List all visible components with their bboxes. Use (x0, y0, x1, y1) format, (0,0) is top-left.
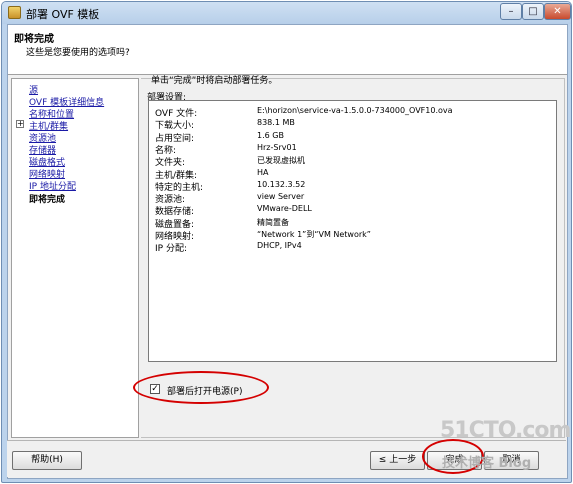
settings-key: 文件夹: (155, 158, 186, 169)
settings-row: 数据存储: VMware-DELL (149, 204, 556, 218)
settings-row: OVF 文件: E:\horizon\service-va-1.5.0.0-734… (149, 106, 556, 119)
settings-value: 1.6 GB (257, 130, 284, 140)
maximize-button[interactable]: □ (522, 3, 544, 20)
wizard-header: 即将完成 这些是您要使用的选项吗? (8, 25, 567, 75)
expand-icon[interactable]: + (16, 120, 24, 128)
settings-value: VMware-DELL (257, 204, 312, 214)
settings-key: 下载大小: (155, 121, 195, 132)
settings-key: 磁盘置备: (155, 219, 195, 230)
settings-row: 特定的主机: 10.132.3.52 (149, 179, 556, 193)
cancel-button[interactable]: 取消 (484, 451, 539, 470)
settings-value: DHCP, IPv4 (257, 241, 302, 251)
settings-value: E:\horizon\service-va-1.5.0.0-734000_OVF… (257, 106, 453, 115)
deploy-ovf-window: 部署 OVF 模板 – □ ✕ 即将完成 这些是您要使用的选项吗? 源 OVF … (1, 1, 572, 483)
settings-value: 精简置备 (257, 217, 289, 227)
settings-row: 文件夹: 已发现虚拟机 (149, 155, 556, 169)
settings-value: HA (257, 167, 269, 177)
settings-value: 10.132.3.52 (257, 179, 306, 189)
settings-key: IP 分配: (155, 244, 187, 255)
page-subtitle: 这些是您要使用的选项吗? (26, 48, 130, 58)
app-icon (8, 6, 21, 19)
finish-button[interactable]: 完成 (427, 451, 482, 470)
wizard-step-nav: 源 OVF 模板详细信息 名称和位置 + 主机/群集 资源池 存储器 磁盘格式 … (11, 78, 139, 438)
settings-key: 资源池: (155, 195, 186, 206)
settings-row: 资源池: view Server (149, 192, 556, 206)
power-on-option[interactable]: ✓ 部署后打开电源(P) (150, 384, 300, 397)
settings-row: 磁盘置备: 精简置备 (149, 217, 556, 230)
settings-value: 已发现虚拟机 (257, 156, 305, 166)
title-bar[interactable]: 部署 OVF 模板 – □ ✕ (2, 2, 571, 24)
settings-row: IP 分配: DHCP, IPv4 (149, 241, 556, 255)
deployment-settings-list: OVF 文件: E:\horizon\service-va-1.5.0.0-734… (148, 100, 557, 362)
settings-row: 下载大小: 838.1 MB (149, 118, 556, 132)
settings-key: 主机/群集: (155, 170, 198, 181)
settings-row: 占用空间: 1.6 GB (149, 130, 556, 144)
settings-key: 网络映射: (155, 232, 195, 242)
settings-row: 网络映射: “Network 1”到“VM Network” (149, 229, 556, 242)
settings-value: 838.1 MB (257, 118, 295, 128)
settings-row: 名称: Hrz-Srv01 (149, 142, 556, 156)
close-button[interactable]: ✕ (544, 3, 571, 20)
settings-key: OVF 文件: (155, 109, 198, 119)
wizard-footer: 帮助(H) ≤ 上一步 完成 取消 (7, 440, 566, 477)
help-button[interactable]: 帮助(H) (12, 451, 82, 470)
page-title: 即将完成 (14, 34, 54, 45)
power-on-checkbox[interactable]: ✓ (150, 384, 160, 394)
step-ip-allocation[interactable]: IP 地址分配 (29, 179, 76, 192)
settings-value: view Server (257, 192, 305, 202)
back-button[interactable]: ≤ 上一步 (370, 451, 425, 470)
settings-key: 数据存储: (155, 207, 195, 218)
step-ready-to-complete: 即将完成 (29, 195, 66, 205)
settings-value: Hrz-Srv01 (257, 142, 297, 152)
window-title: 部署 OVF 模板 (26, 8, 100, 21)
settings-value: “Network 1”到“VM Network” (257, 230, 371, 239)
instruction-text: 单击“完成”时将启动部署任务。 (151, 76, 278, 86)
settings-row: 主机/群集: HA (149, 167, 556, 181)
settings-key: 名称: (155, 145, 177, 156)
power-on-label[interactable]: 部署后打开电源(P) (167, 384, 242, 397)
settings-key: 特定的主机: (155, 182, 204, 193)
minimize-button[interactable]: – (500, 3, 522, 20)
settings-key: 占用空间: (155, 133, 195, 144)
